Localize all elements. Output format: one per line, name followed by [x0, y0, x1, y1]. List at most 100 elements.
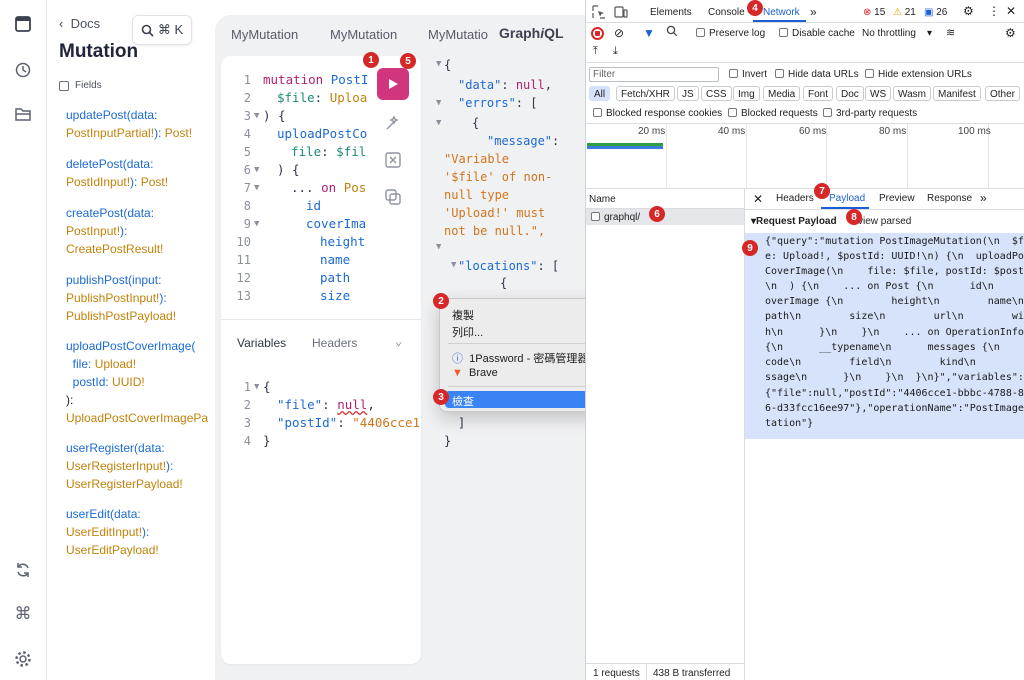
payload-line: path\n size\n url\n widt: [765, 311, 1024, 322]
request-name[interactable]: graphql/: [591, 212, 640, 223]
request-payload-heading[interactable]: ▾Request Payload: [751, 216, 837, 227]
tab-headers[interactable]: Headers: [312, 336, 357, 350]
fold-icon[interactable]: ▼: [254, 219, 259, 229]
view-parsed-link[interactable]: view parsed: [858, 216, 911, 227]
step-badge: 2: [433, 293, 449, 309]
device-toolbar-icon[interactable]: [614, 5, 628, 19]
fold-icon[interactable]: ▼: [254, 183, 259, 193]
kebab-menu-icon[interactable]: ⋮: [988, 4, 1000, 18]
filter-input[interactable]: Filter: [589, 67, 719, 82]
menu-item-print[interactable]: 列印...: [452, 324, 483, 340]
menu-item-1password[interactable]: ⓘ 1Password - 密碼管理器: [452, 350, 588, 366]
filter-js[interactable]: JS: [677, 86, 699, 101]
doc-field-updatePost[interactable]: updatePost(data: PostInputPartial!): Pos…: [66, 106, 192, 142]
filter-manifest[interactable]: Manifest: [933, 86, 981, 101]
doc-field-uploadPostCoverImage[interactable]: uploadPostCoverImage( file: Upload! post…: [66, 337, 208, 427]
docs-icon[interactable]: [11, 12, 35, 36]
network-settings-icon[interactable]: ⚙: [1005, 26, 1016, 40]
shortcuts-icon[interactable]: ⌘: [11, 602, 35, 626]
history-icon[interactable]: [11, 58, 35, 82]
docs-search-button[interactable]: ⌘ K: [132, 15, 192, 45]
payload-line: {"query":"mutation PostImageMutation(\n …: [765, 236, 1024, 247]
devtools-tab-console[interactable]: Console: [708, 7, 745, 18]
hide-data-urls-checkbox[interactable]: Hide data URLs: [775, 69, 859, 80]
detail-tab-headers[interactable]: Headers: [776, 193, 814, 204]
filter-doc[interactable]: Doc: [836, 86, 864, 101]
third-party-checkbox[interactable]: 3rd-party requests: [823, 108, 917, 119]
invert-checkbox[interactable]: Invert: [729, 69, 767, 80]
doc-field-publishPost[interactable]: publishPost(input: PublishPostInput!): P…: [66, 271, 176, 325]
refresh-icon[interactable]: [11, 558, 35, 582]
filter-img[interactable]: Img: [733, 86, 760, 101]
hide-extension-urls-checkbox[interactable]: Hide extension URLs: [865, 69, 972, 80]
filter-all[interactable]: All: [589, 86, 611, 101]
tab-mymutation-1[interactable]: MyMutation: [231, 27, 298, 42]
filter-ws[interactable]: WS: [865, 86, 892, 101]
devtools-tab-network[interactable]: Network: [763, 7, 800, 18]
filter-icon[interactable]: ▼: [643, 26, 655, 40]
fold-icon[interactable]: ▼: [254, 165, 259, 175]
filter-media[interactable]: Media: [763, 86, 801, 101]
search-icon[interactable]: [666, 25, 678, 40]
tab-mymutation-2[interactable]: MyMutation: [330, 27, 397, 42]
more-tabs-icon[interactable]: »: [810, 5, 817, 19]
error-count[interactable]: ⊗ 15: [863, 7, 885, 18]
name-column-header[interactable]: Name: [589, 194, 616, 205]
doc-field-createPost[interactable]: createPost(data: PostInput!): CreatePost…: [66, 204, 163, 258]
message-icon: ▣: [924, 7, 934, 18]
fold-icon[interactable]: ▼: [254, 111, 259, 121]
more-tabs-icon[interactable]: »: [980, 191, 987, 205]
settings-icon[interactable]: [11, 647, 35, 671]
detail-tab-payload[interactable]: Payload: [829, 193, 865, 204]
chevron-down-icon[interactable]: ⌄: [395, 334, 402, 348]
filter-wasm[interactable]: Wasm: [893, 86, 931, 101]
record-button[interactable]: [591, 27, 604, 40]
fold-icon[interactable]: ▼: [254, 382, 259, 392]
run-query-button[interactable]: [377, 68, 409, 100]
copy-query-icon[interactable]: [384, 188, 402, 206]
disable-cache-checkbox[interactable]: Disable cache: [779, 28, 855, 39]
blocked-requests-checkbox[interactable]: Blocked requests: [728, 108, 818, 119]
search-icon: [141, 24, 154, 37]
network-conditions-icon[interactable]: ≋: [946, 26, 955, 39]
docs-panel: ‹ Docs Mutation Fields updatePost(data: …: [47, 0, 215, 680]
clear-icon[interactable]: ⊘: [614, 26, 624, 40]
menu-item-brave[interactable]: ▼ Brave: [452, 367, 498, 379]
query-editor[interactable]: 1 2 3 ▼ 4 5 6 ▼ 7 ▼ 8 9 ▼ 10 11 12 13 mutati…: [221, 56, 421, 664]
blocked-cookies-checkbox[interactable]: Blocked response cookies: [593, 108, 722, 119]
filter-fetch-xhr[interactable]: Fetch/XHR: [616, 86, 675, 101]
doc-field-userEdit[interactable]: userEdit(data: UserEditInput!): UserEdit…: [66, 505, 159, 559]
detail-tab-preview[interactable]: Preview: [879, 193, 915, 204]
doc-field-userRegister[interactable]: userRegister(data: UserRegisterInput!): …: [66, 439, 183, 493]
tab-mymutation-3[interactable]: MyMutatio: [428, 27, 488, 42]
gear-icon[interactable]: ⚙: [963, 4, 974, 18]
file-icon: [591, 212, 600, 221]
timeline-bar: [587, 146, 663, 149]
detail-tab-response[interactable]: Response: [927, 193, 972, 204]
import-har-icon[interactable]: ⤒: [593, 45, 598, 58]
devtools-tab-elements[interactable]: Elements: [650, 7, 692, 18]
warning-count[interactable]: ⚠ 21: [893, 7, 916, 18]
throttling-select[interactable]: No throttling ▾: [862, 28, 932, 39]
merge-fragments-icon[interactable]: [384, 151, 402, 169]
close-icon[interactable]: ✕: [753, 192, 763, 206]
docs-back-link[interactable]: ‹ Docs: [59, 16, 100, 31]
filter-font[interactable]: Font: [803, 86, 834, 101]
explorer-icon[interactable]: [11, 102, 35, 126]
step-badge: 4: [747, 0, 763, 16]
message-count[interactable]: ▣ 26: [924, 7, 947, 18]
inspect-element-icon[interactable]: [592, 5, 606, 19]
menu-item-inspect[interactable]: 檢查: [452, 393, 474, 409]
export-har-icon[interactable]: ⤓: [613, 45, 618, 58]
menu-item-copy[interactable]: 複製: [452, 307, 474, 323]
dropdown-icon: ▾: [927, 28, 933, 39]
filter-other[interactable]: Other: [985, 86, 1021, 101]
tab-variables[interactable]: Variables: [237, 336, 286, 350]
prettify-icon[interactable]: [384, 114, 402, 132]
filter-css[interactable]: CSS: [701, 86, 732, 101]
doc-field-deletePost[interactable]: deletePost(data: PostIdInput!): Post!: [66, 155, 168, 191]
brave-icon: ▼: [452, 367, 463, 379]
preserve-log-checkbox[interactable]: Preserve log: [696, 28, 765, 39]
fields-heading: Fields: [59, 80, 102, 91]
close-icon[interactable]: ✕: [1006, 4, 1016, 18]
